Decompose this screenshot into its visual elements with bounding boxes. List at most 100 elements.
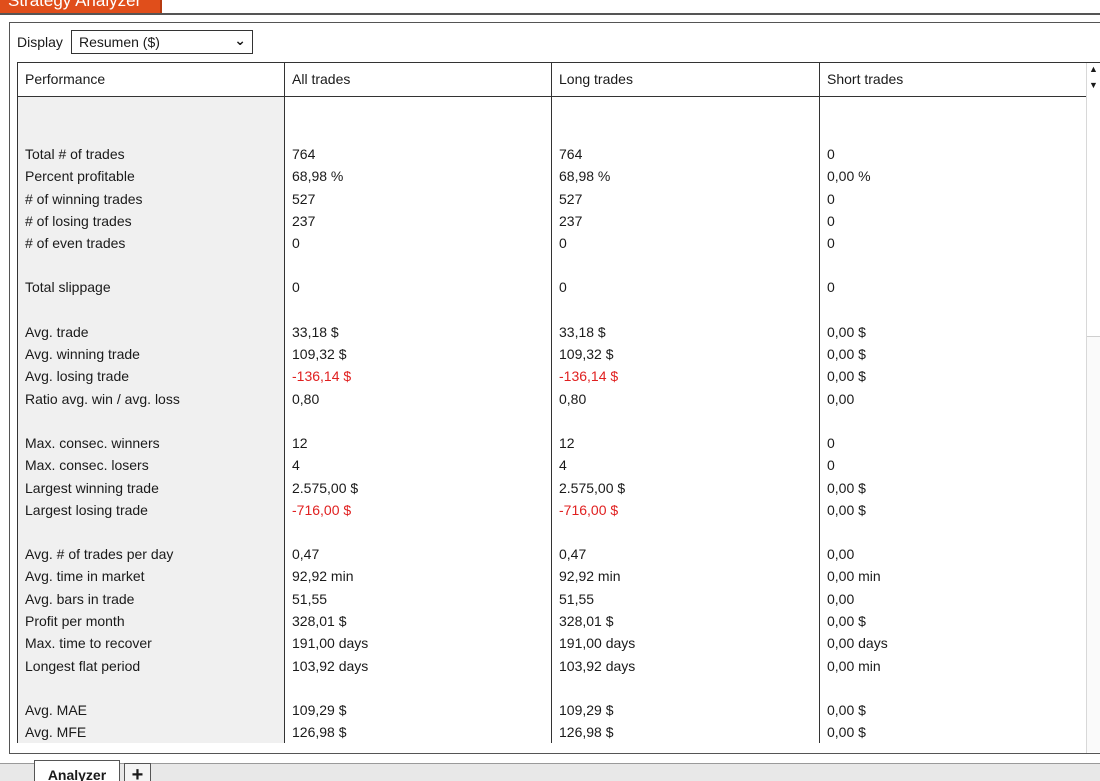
row-label: Avg. time in market	[25, 568, 145, 585]
short-trades-value: 0,00	[827, 546, 855, 563]
long-trades-value: 33,18 $	[559, 323, 606, 340]
long-trades-value: 237	[559, 212, 583, 229]
all-trades-value: 191,00 days	[292, 635, 369, 652]
column-header-long-trades[interactable]: Long trades	[559, 71, 633, 87]
row-label: Total # of trades	[25, 146, 125, 162]
all-trades-value: 4	[292, 457, 300, 474]
all-trades-value: 109,29 $	[292, 701, 347, 718]
all-trades-value: 51,55	[292, 590, 328, 607]
column-header-all-trades[interactable]: All trades	[292, 71, 350, 87]
table-row: Avg. trade 33,18 $ 33,18 $ 0,00 $	[18, 321, 1086, 343]
display-select-value: Resumen ($)	[79, 34, 160, 50]
long-trades-value: 2.575,00 $	[559, 479, 626, 496]
header-divider	[18, 96, 1086, 97]
row-label: Avg. # of trades per day	[25, 546, 174, 563]
all-trades-value: 68,98 %	[292, 168, 344, 185]
all-trades-value: 109,32 $	[292, 346, 347, 363]
table-row: Longest flat period 103,92 days 103,92 day…	[18, 655, 1086, 677]
table-row: Max. time to recover 191,00 days 191,00 da…	[18, 632, 1086, 654]
row-label: Avg. winning trade	[25, 346, 140, 363]
all-trades-value: 33,18 $	[292, 323, 339, 340]
row-spacer	[18, 254, 1086, 276]
long-trades-value: 191,00 days	[559, 635, 636, 652]
short-trades-value: 0	[827, 212, 835, 229]
row-spacer	[18, 299, 1086, 321]
short-trades-value: 0,00 %	[827, 168, 871, 185]
table-row: Avg. bars in trade 51,55 51,55 0,00	[18, 588, 1086, 610]
table-row: Max. consec. winners 12 12 0	[18, 432, 1086, 454]
all-trades-value: 0	[292, 235, 300, 252]
chevron-down-icon: ⌄	[234, 32, 246, 48]
row-label: Max. consec. winners	[25, 434, 160, 451]
row-label: # of even trades	[25, 235, 126, 252]
short-trades-value: 0	[827, 235, 835, 252]
long-trades-value: 51,55	[559, 590, 595, 607]
row-label: Percent profitable	[25, 168, 135, 185]
all-trades-value: 0,47	[292, 546, 320, 563]
long-trades-value: 764	[559, 146, 583, 162]
short-trades-value: 0	[827, 457, 835, 474]
table-row: Largest winning trade 2.575,00 $ 2.575,00 …	[18, 477, 1086, 499]
performance-grid: Performance All trades Long trades Short…	[17, 62, 1100, 743]
display-label: Display	[17, 34, 63, 50]
long-trades-value: 92,92 min	[559, 568, 621, 585]
row-label: Ratio avg. win / avg. loss	[25, 390, 180, 407]
table-row: Largest losing trade -716,00 $ -716,00 $ 0,…	[18, 499, 1086, 521]
table-row: Avg. MAE 109,29 $ 109,29 $ 0,00 $	[18, 699, 1086, 721]
row-label: Longest flat period	[25, 657, 141, 674]
long-trades-value: 109,29 $	[559, 701, 614, 718]
long-trades-value: 328,01 $	[559, 613, 614, 630]
all-trades-value: 328,01 $	[292, 613, 347, 630]
tab-analyzer[interactable]: Analyzer	[34, 760, 120, 781]
title-divider	[0, 13, 1100, 15]
long-trades-value: 4	[559, 457, 567, 474]
table-row: Ratio avg. win / avg. loss 0,80 0,80 0,00	[18, 388, 1086, 410]
row-label: Avg. MFE	[25, 724, 87, 741]
long-trades-value: 68,98 %	[559, 168, 611, 185]
row-label: Avg. losing trade	[25, 368, 130, 385]
bottom-tab-bar	[0, 763, 1100, 781]
window-title-tab[interactable]: Strategy Analyzer	[0, 0, 162, 13]
row-label: # of losing trades	[25, 212, 132, 229]
row-label: # of winning trades	[25, 190, 143, 207]
performance-rows: Total # of trades 764 764 0 Percent profitab…	[18, 121, 1086, 743]
scrollbar-thumb[interactable]	[1087, 336, 1100, 752]
short-trades-value: 0,00 $	[827, 346, 866, 363]
short-trades-value: 0	[827, 190, 835, 207]
all-trades-value: 527	[292, 190, 316, 207]
table-row: Avg. losing trade -136,14 $ -136,14 $ 0,00 …	[18, 365, 1086, 387]
long-trades-value: 126,98 $	[559, 724, 614, 741]
column-header-short-trades[interactable]: Short trades	[827, 71, 903, 87]
table-row: Profit per month 328,01 $ 328,01 $ 0,00 $	[18, 610, 1086, 632]
arrow-up-icon[interactable]: ▲	[1089, 65, 1098, 74]
table-row: Avg. # of trades per day 0,47 0,47 0,00	[18, 543, 1086, 565]
row-label: Total slippage	[25, 279, 111, 296]
short-trades-value: 0,00 $	[827, 368, 866, 385]
display-select[interactable]: Resumen ($) ⌄	[71, 30, 253, 54]
short-trades-value: 0,00 $	[827, 613, 866, 630]
table-row: Avg. MFE 126,98 $ 126,98 $ 0,00 $	[18, 721, 1086, 743]
plus-icon[interactable]: +	[124, 763, 151, 781]
row-spacer	[18, 121, 1086, 143]
table-row: Total slippage 0 0 0	[18, 276, 1086, 298]
table-row: # of winning trades 527 527 0	[18, 188, 1086, 210]
table-row: Total # of trades 764 764 0	[18, 143, 1086, 165]
row-label: Largest winning trade	[25, 479, 159, 496]
short-trades-value: 0,00 $	[827, 701, 866, 718]
row-label: Avg. MAE	[25, 701, 87, 718]
long-trades-value: 12	[559, 434, 575, 451]
column-header-performance[interactable]: Performance	[25, 71, 105, 87]
arrow-down-icon[interactable]: ▼	[1089, 81, 1098, 90]
short-trades-value: 0,00 $	[827, 724, 866, 741]
short-trades-value: 0	[827, 434, 835, 451]
short-trades-value: 0	[827, 146, 835, 162]
all-trades-value: 2.575,00 $	[292, 479, 359, 496]
table-row: Avg. winning trade 109,32 $ 109,32 $ 0,00 $	[18, 343, 1086, 365]
short-trades-value: 0,00 $	[827, 479, 866, 496]
all-trades-value: 126,98 $	[292, 724, 347, 741]
short-trades-value: 0,00 days	[827, 635, 888, 652]
short-trades-value: 0,00	[827, 390, 855, 407]
table-row: # of even trades 0 0 0	[18, 232, 1086, 254]
short-trades-value: 0,00 min	[827, 657, 881, 674]
short-trades-value: 0,00	[827, 590, 855, 607]
